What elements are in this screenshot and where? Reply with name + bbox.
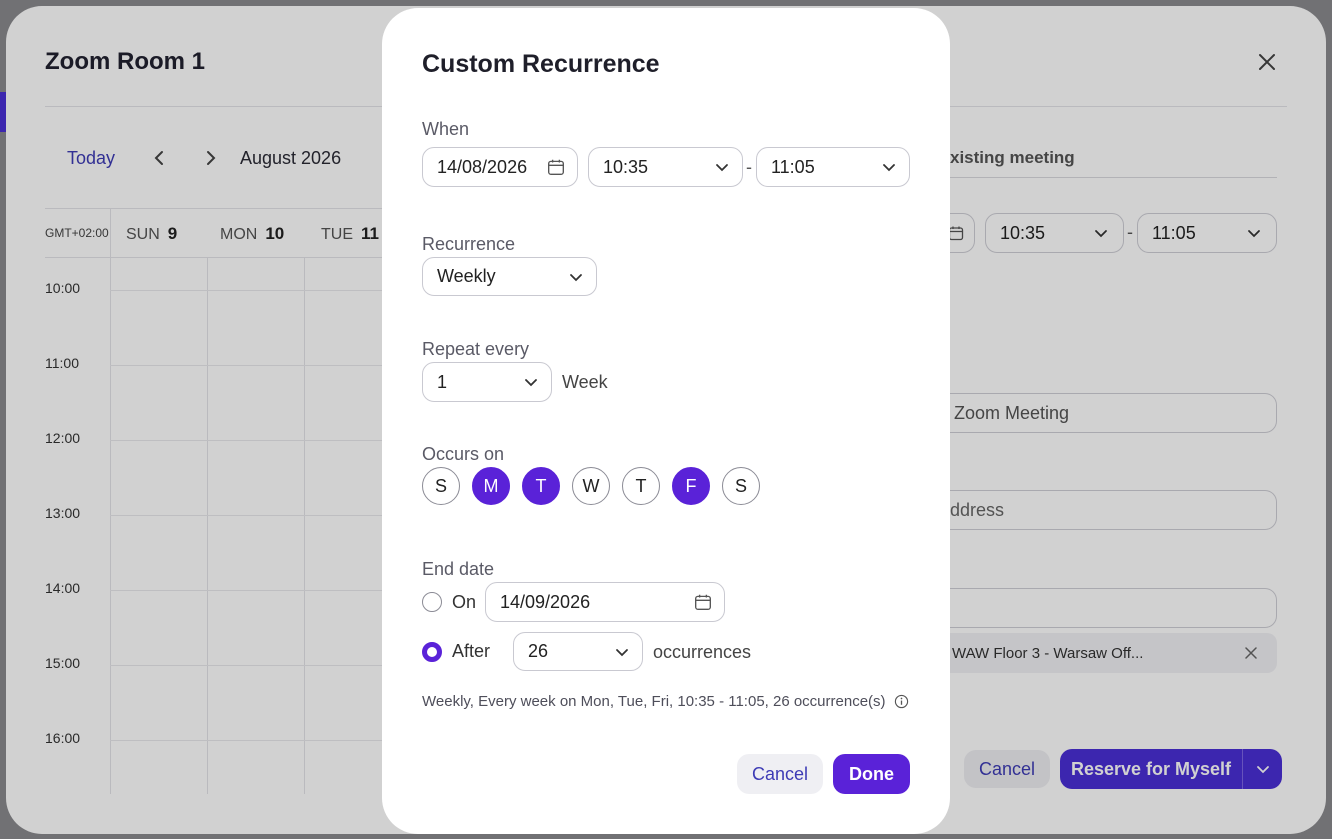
recurrence-select[interactable]: Weekly bbox=[422, 257, 597, 296]
weekday-toggle[interactable]: T bbox=[622, 467, 660, 505]
weekday-toggle[interactable]: T bbox=[522, 467, 560, 505]
end-on-date-field[interactable]: 14/09/2026 bbox=[485, 582, 725, 622]
end-date-label: End date bbox=[422, 559, 495, 579]
occurrence-count-value: 26 bbox=[528, 641, 549, 661]
occurs-on-label: Occurs on bbox=[422, 444, 505, 464]
info-icon[interactable] bbox=[894, 694, 909, 709]
cancel-button[interactable]: Cancel bbox=[737, 754, 823, 794]
chevron-down-icon bbox=[568, 269, 584, 285]
chevron-down-icon bbox=[714, 159, 730, 175]
recurrence-label: Recurrence bbox=[422, 234, 516, 254]
occurrences-label: occurrences bbox=[653, 642, 752, 662]
summary-text: Weekly, Every week on Mon, Tue, Fri, 10:… bbox=[422, 693, 886, 710]
weekday-toggle[interactable]: W bbox=[572, 467, 610, 505]
end-after-label: After bbox=[452, 641, 491, 661]
custom-recurrence-dialog: Custom Recurrence When 14/08/2026 10:35 … bbox=[382, 8, 950, 834]
date-value: 14/08/2026 bbox=[437, 156, 528, 177]
chevron-down-icon bbox=[614, 644, 630, 660]
dialog-title: Custom Recurrence bbox=[422, 50, 660, 78]
weekday-toggle[interactable]: S bbox=[722, 467, 760, 505]
weekday-toggle[interactable]: M bbox=[472, 467, 510, 505]
chevron-down-icon bbox=[523, 374, 539, 390]
calendar-icon bbox=[547, 158, 565, 176]
occurrence-count-select[interactable]: 26 bbox=[513, 632, 643, 671]
calendar-icon bbox=[694, 593, 712, 611]
recurrence-summary: Weekly, Every week on Mon, Tue, Fri, 10:… bbox=[422, 693, 909, 710]
repeat-unit-label: Week bbox=[562, 372, 608, 392]
end-on-label: On bbox=[452, 592, 477, 612]
repeat-every-value: 1 bbox=[437, 371, 448, 392]
end-after-radio[interactable] bbox=[422, 642, 442, 662]
date-field[interactable]: 14/08/2026 bbox=[422, 147, 578, 187]
start-time-value: 10:35 bbox=[603, 156, 649, 177]
end-time-select[interactable]: 11:05 bbox=[756, 147, 910, 187]
chevron-down-icon bbox=[881, 159, 897, 175]
end-on-date-value: 14/09/2026 bbox=[500, 591, 591, 612]
done-button[interactable]: Done bbox=[833, 754, 910, 794]
time-separator: - bbox=[746, 157, 752, 177]
weekday-toggle[interactable]: S bbox=[422, 467, 460, 505]
start-time-select[interactable]: 10:35 bbox=[588, 147, 743, 187]
repeat-every-label: Repeat every bbox=[422, 339, 530, 359]
weekday-toggle[interactable]: F bbox=[672, 467, 710, 505]
recurrence-value: Weekly bbox=[437, 266, 496, 286]
when-label: When bbox=[422, 119, 470, 139]
end-on-radio[interactable] bbox=[422, 592, 442, 612]
repeat-every-select[interactable]: 1 bbox=[422, 362, 552, 402]
end-time-value: 11:05 bbox=[771, 156, 815, 177]
